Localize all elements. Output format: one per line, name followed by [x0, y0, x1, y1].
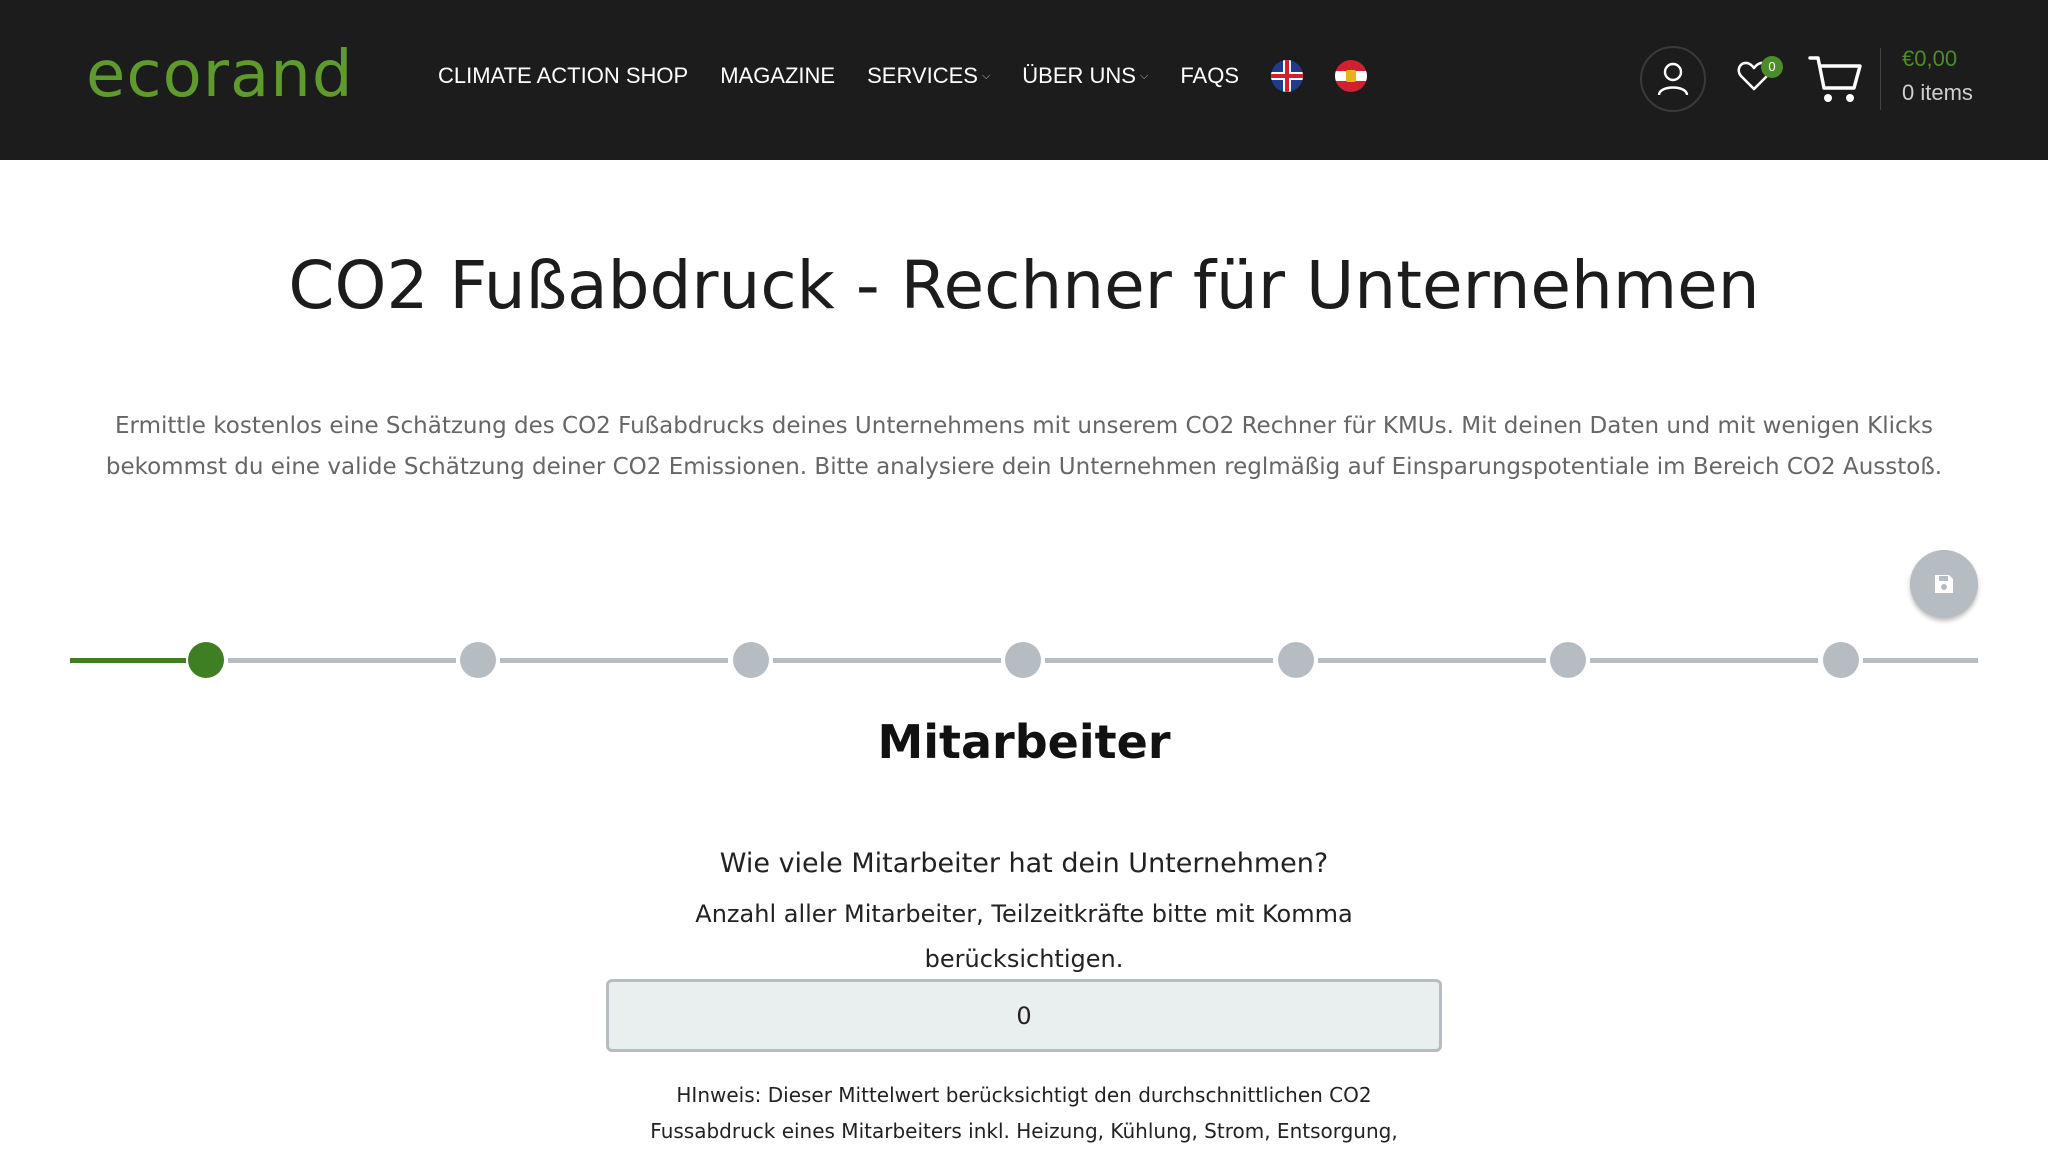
nav-label: FAQS	[1180, 63, 1240, 88]
chevron-down-icon: ⌵	[981, 69, 991, 82]
page-title: CO2 Fußabdruck - Rechner für Unternehmen	[288, 247, 1760, 324]
step-3-dot[interactable]	[733, 642, 769, 678]
nav-label: ÜBER UNS	[1022, 63, 1136, 88]
section-title: Mitarbeiter	[877, 715, 1171, 769]
cart-divider	[1880, 48, 1881, 110]
stepper-line	[500, 658, 728, 663]
step-4-dot[interactable]	[1005, 642, 1041, 678]
stepper-line	[228, 658, 456, 663]
stepper-line	[773, 658, 1001, 663]
account-button[interactable]	[1640, 46, 1706, 112]
nav-label: MAGAZINE	[720, 63, 836, 88]
nav-faqs[interactable]: FAQS	[1180, 63, 1239, 89]
step-2-dot[interactable]	[460, 642, 496, 678]
note-text: HInweis: Dieser Mittelwert berücksichtig…	[650, 1083, 1398, 1143]
cart-item-count[interactable]: 0 items	[1902, 80, 1973, 106]
nav-magazine[interactable]: MAGAZINE	[720, 63, 835, 89]
nav-label: SERVICES	[867, 63, 978, 88]
ecorand-logo[interactable]: ecorand	[86, 40, 353, 110]
cart-total[interactable]: €0,00	[1902, 46, 1957, 72]
stepper-line-done	[70, 658, 186, 663]
nav-ueber-uns[interactable]: ÜBER UNS ⌵	[1022, 63, 1148, 89]
stepper-line	[1590, 658, 1818, 663]
cart-icon[interactable]	[1808, 54, 1862, 104]
chevron-down-icon: ⌵	[1139, 69, 1149, 82]
question-hint: Anzahl aller Mitarbeiter, Teilzeitkräfte…	[695, 900, 1353, 973]
nav-label: CLIMATE ACTION SHOP	[438, 63, 689, 88]
nav-services[interactable]: SERVICES ⌵	[867, 63, 990, 89]
step-5-dot[interactable]	[1278, 642, 1314, 678]
step-1-dot[interactable]	[188, 642, 224, 678]
floppy-disk-icon	[1935, 575, 1953, 593]
nav-climate-action-shop[interactable]: CLIMATE ACTION SHOP	[438, 63, 688, 89]
site-header: ecorand CLIMATE ACTION SHOP MAGAZINE SER…	[0, 0, 2048, 160]
main-nav: CLIMATE ACTION SHOP MAGAZINE SERVICES ⌵ …	[438, 56, 1399, 96]
wishlist-count-badge: 0	[1761, 56, 1783, 78]
stepper-line	[1863, 658, 1978, 663]
employee-count-input[interactable]	[606, 979, 1442, 1052]
de-at-flag-icon[interactable]	[1335, 60, 1368, 92]
question-label: Wie viele Mitarbeiter hat dein Unternehm…	[719, 848, 1329, 879]
intro-text: Ermittle kostenlos eine Schätzung des CO…	[105, 413, 1943, 480]
progress-stepper	[70, 640, 1978, 680]
save-button[interactable]	[1910, 550, 1978, 618]
stepper-line	[1045, 658, 1273, 663]
stepper-line	[1318, 658, 1546, 663]
en-flag-icon[interactable]	[1271, 60, 1304, 92]
step-7-dot[interactable]	[1823, 642, 1859, 678]
step-6-dot[interactable]	[1550, 642, 1586, 678]
user-icon	[1657, 62, 1689, 96]
